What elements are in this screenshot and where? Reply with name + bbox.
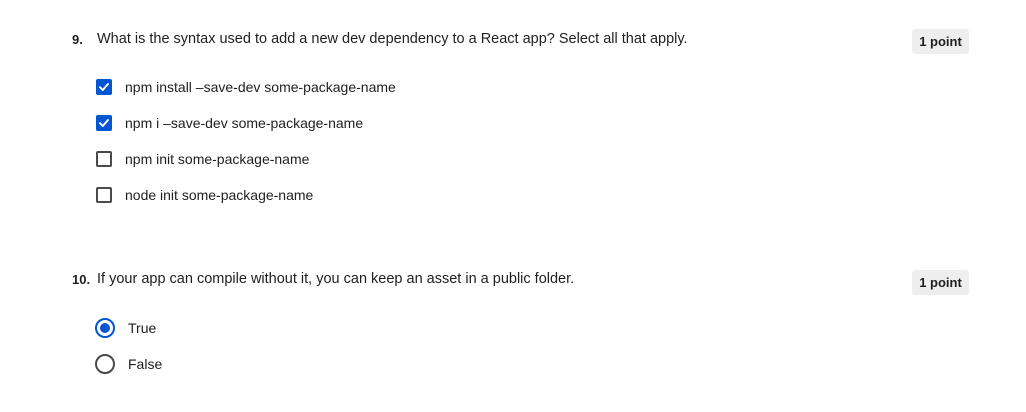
- question-number: 10.: [72, 272, 91, 287]
- option-npm-i-save-dev[interactable]: npm i –save-dev some-package-name: [96, 113, 363, 133]
- option-label: npm i –save-dev some-package-name: [125, 115, 364, 131]
- question-text: If your app can compile without it, you …: [97, 271, 575, 287]
- option-label: npm install –save-dev some-package-name: [125, 79, 396, 95]
- checkbox-unchecked[interactable]: [96, 151, 112, 167]
- option-npm-init[interactable]: npm init some-package-name: [96, 149, 309, 169]
- checkbox-unchecked[interactable]: [96, 187, 112, 203]
- option-label: node init some-package-name: [125, 187, 314, 203]
- option-npm-install-save-dev[interactable]: npm install –save-dev some-package-name: [96, 77, 396, 97]
- option-label: npm init some-package-name: [125, 151, 310, 167]
- radio-dot-icon: [100, 323, 110, 333]
- radio-unselected[interactable]: [95, 354, 115, 374]
- checkbox-checked[interactable]: [96, 79, 112, 95]
- option-false[interactable]: False: [95, 354, 163, 374]
- checkbox-checked[interactable]: [96, 115, 112, 131]
- checkmark-icon: [99, 83, 109, 91]
- question-number: 9.: [72, 32, 83, 47]
- option-node-init[interactable]: node init some-package-name: [96, 185, 313, 205]
- points-badge: 1 point: [912, 270, 969, 295]
- option-true[interactable]: True: [95, 318, 157, 338]
- option-label: True: [128, 320, 157, 336]
- question-text: What is the syntax used to add a new dev…: [97, 31, 688, 47]
- points-badge: 1 point: [912, 29, 969, 54]
- radio-selected[interactable]: [95, 318, 115, 338]
- option-label: False: [128, 356, 163, 372]
- checkmark-icon: [99, 119, 109, 127]
